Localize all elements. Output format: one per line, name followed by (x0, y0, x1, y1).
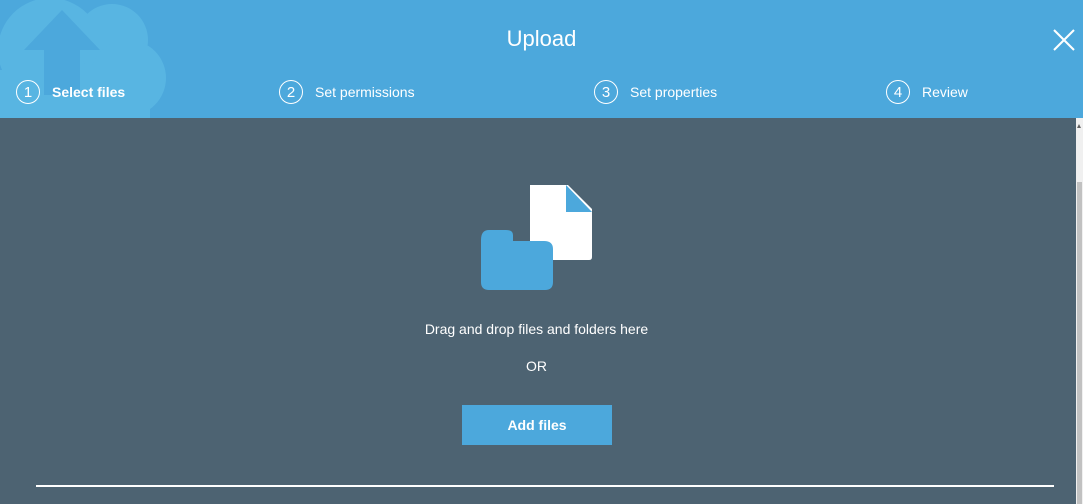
step-set-properties[interactable]: 3 Set properties (594, 79, 717, 105)
step-label: Set properties (630, 84, 718, 100)
step-number-badge: 2 (279, 80, 303, 104)
scroll-up-icon[interactable] (1077, 124, 1081, 128)
dialog-title: Upload (506, 26, 577, 51)
step-number-badge: 3 (594, 80, 618, 104)
drop-illustration (481, 185, 592, 290)
drop-instruction: Drag and drop files and folders here (424, 321, 649, 337)
step-number-badge: 4 (886, 80, 910, 104)
or-separator: OR (526, 358, 547, 374)
close-icon (1053, 29, 1075, 51)
vertical-scrollbar[interactable] (1076, 118, 1083, 504)
step-review[interactable]: 4 Review (886, 79, 968, 105)
scroll-thumb[interactable] (1077, 182, 1082, 504)
upload-header: Upload 1 Select files 2 Set permissions … (0, 0, 1083, 118)
upload-dialog: Upload 1 Select files 2 Set permissions … (0, 0, 1083, 504)
close-button[interactable] (1050, 26, 1078, 54)
add-files-button[interactable]: Add files (462, 405, 612, 445)
step-set-permissions[interactable]: 2 Set permissions (279, 79, 415, 105)
step-label: Review (922, 84, 968, 100)
divider (36, 485, 1054, 487)
step-label: Set permissions (315, 84, 415, 100)
step-select-files[interactable]: 1 Select files (16, 79, 125, 105)
step-number-badge: 1 (16, 80, 40, 104)
step-label: Select files (52, 84, 126, 100)
